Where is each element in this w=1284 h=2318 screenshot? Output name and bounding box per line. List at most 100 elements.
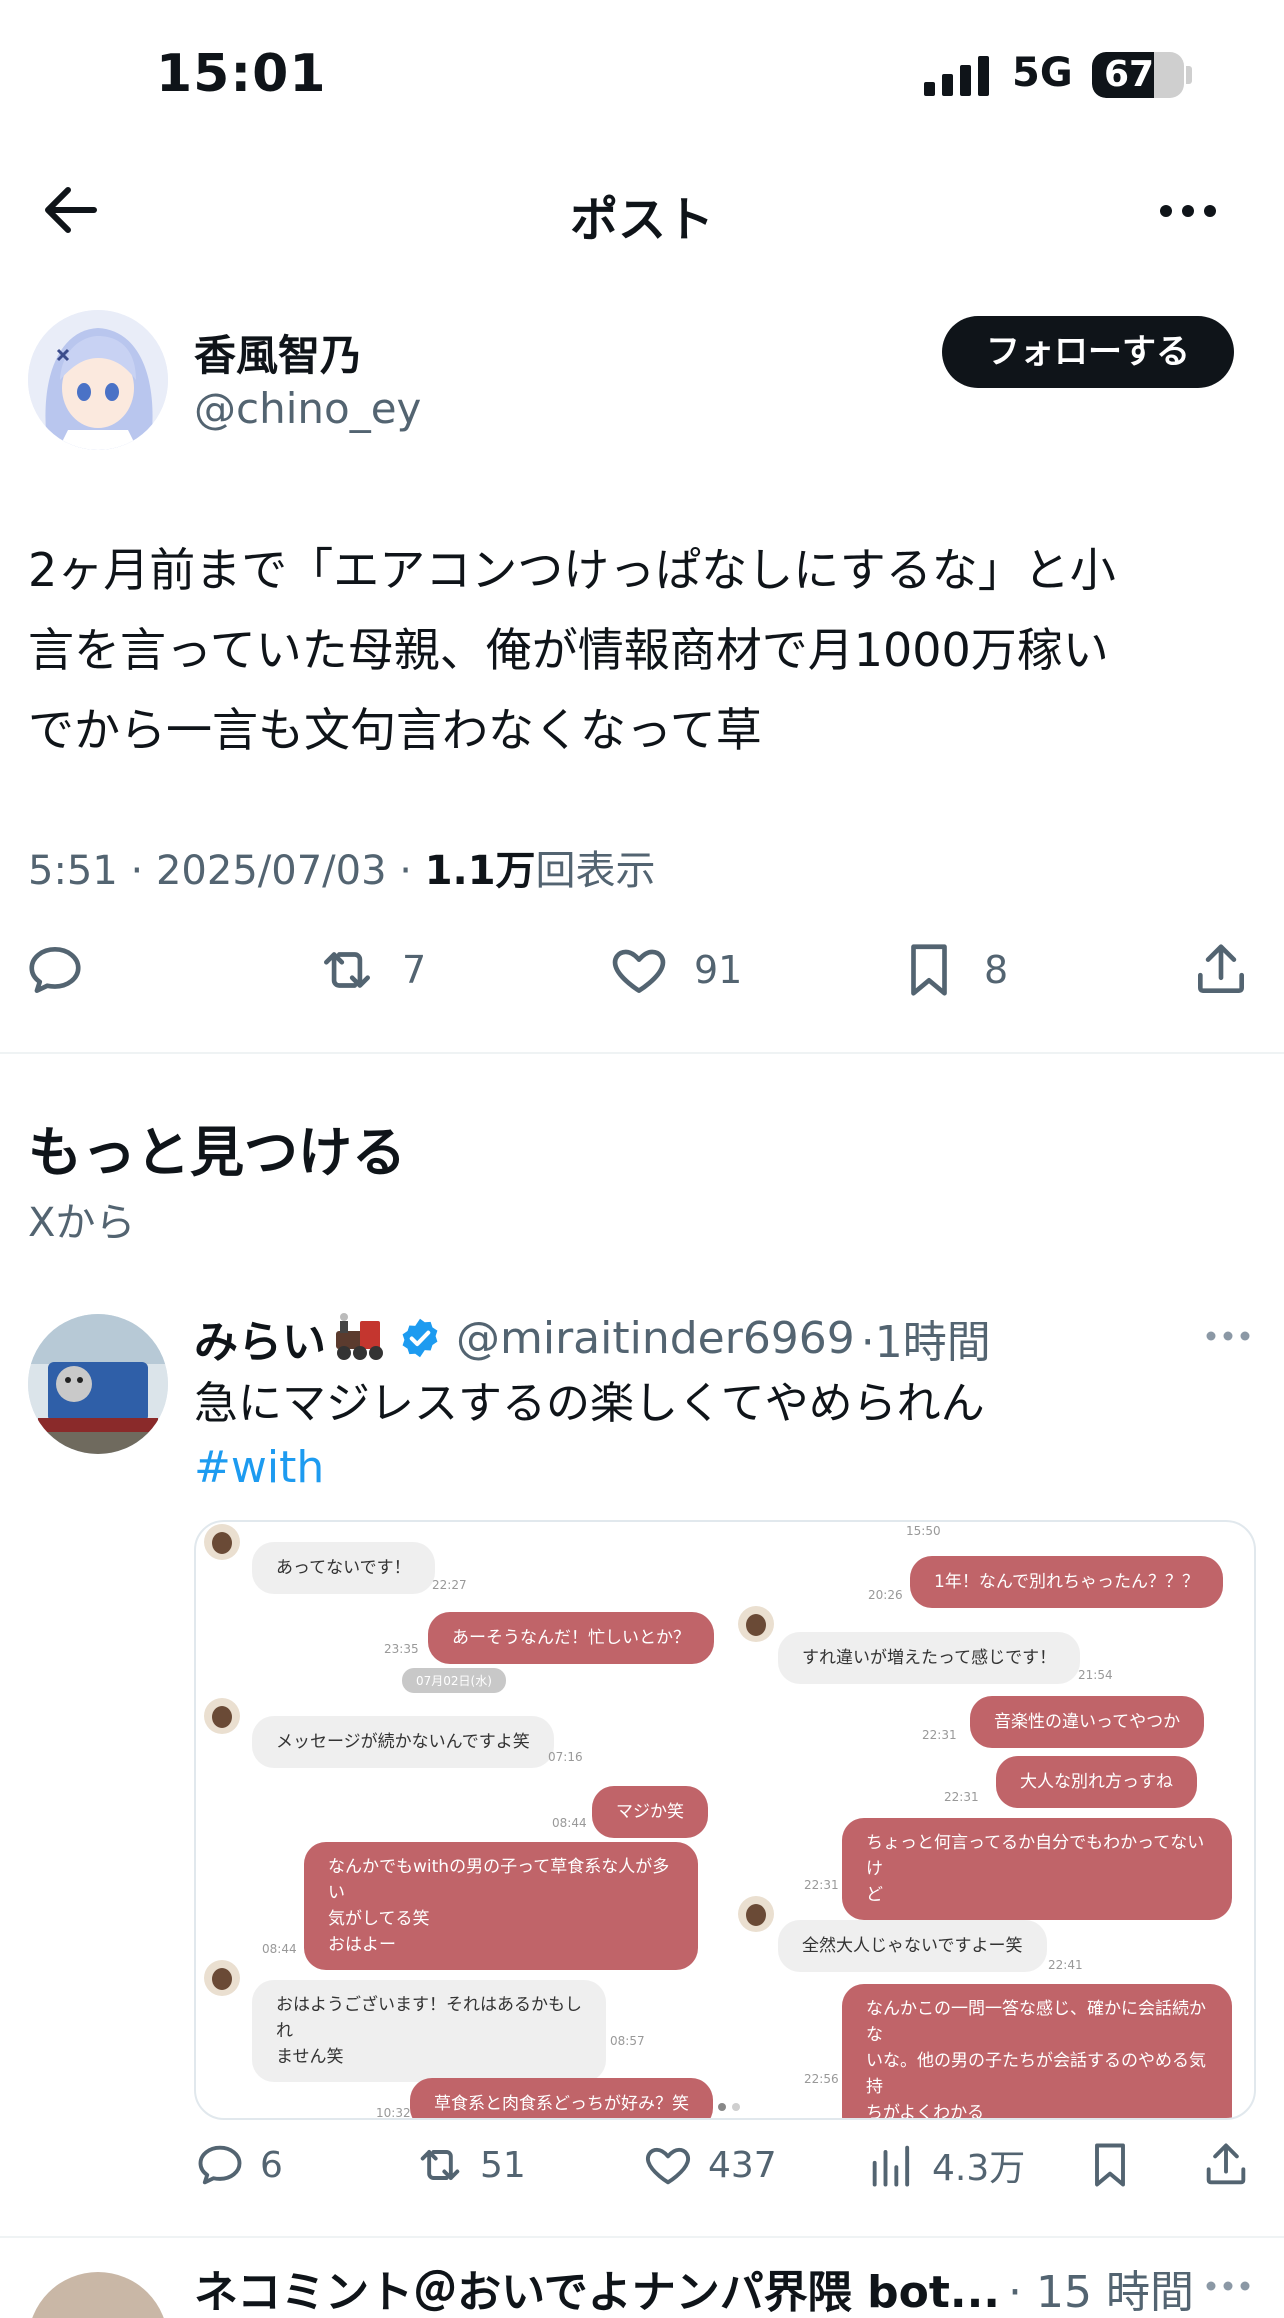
like-button[interactable]: 91 bbox=[608, 935, 742, 1005]
tweet-author-handle[interactable]: @miraitinder6969 bbox=[456, 1313, 855, 1364]
tweet-author-name[interactable]: ネコミント＠おいでよナンパ界隈 bot... bbox=[194, 2267, 1000, 2318]
reply-icon bbox=[29, 947, 81, 993]
more-options-icon[interactable] bbox=[1156, 196, 1220, 226]
chat-time: 10:32 bbox=[376, 2106, 411, 2120]
chat-bubble: あーそうなんだ！忙しいとか？ bbox=[428, 1612, 714, 1664]
share-button[interactable] bbox=[1190, 935, 1252, 1005]
chat-time: 08:57 bbox=[610, 2034, 645, 2048]
recommended-tweet[interactable]: みらい @miraitinder6969 ·1時間 急にマジレスするの楽しくてや… bbox=[0, 1300, 1284, 2220]
avatar[interactable] bbox=[28, 1314, 168, 1454]
chat-time: 22:31 bbox=[944, 1790, 979, 1804]
chat-bubble: 全然大人じゃないですよー笑 bbox=[778, 1920, 1047, 1972]
chat-screenshot-right: 15:50 20:26 1年！なんで別れちゃったん？？？ すれ違いが増えたって感… bbox=[736, 1522, 1254, 2118]
chat-time: 22:56 bbox=[804, 2072, 839, 2086]
chat-bubble: メッセージが続かないんですよ笑 bbox=[252, 1716, 554, 1768]
share-button[interactable] bbox=[1200, 2130, 1252, 2200]
retweet-button[interactable]: 51 bbox=[414, 2130, 526, 2200]
chat-line: なんかこの一問一答な感じ、確かに会話続かな bbox=[866, 1999, 1206, 2045]
chat-time: 08:44 bbox=[552, 1816, 587, 1830]
chat-bubble: 草食系と肉食系どっちが好み？笑 bbox=[410, 2078, 713, 2118]
reply-count: 6 bbox=[260, 2144, 283, 2186]
chat-avatar bbox=[738, 1606, 774, 1642]
post-meta: 5:51 · 2025/07/03 · 1.1万回表示 bbox=[28, 848, 656, 894]
chat-time: 07:16 bbox=[548, 1750, 583, 1764]
post-text-line: 言を言っていた母親、俺が情報商材で月1000万稼い bbox=[28, 623, 1109, 677]
post-text: 2ヶ月前まで「エアコンつけっぱなしにするな」と小 言を言っていた母親、俺が情報商… bbox=[28, 530, 1248, 770]
more-options-icon[interactable] bbox=[1204, 1326, 1252, 1346]
chat-date: 07月02日(水) bbox=[402, 1668, 506, 1693]
chat-avatar bbox=[204, 1524, 240, 1560]
signal-icon bbox=[924, 56, 989, 96]
chat-time: 23:35 bbox=[384, 1642, 419, 1656]
chat-time: 22:27 bbox=[432, 1578, 467, 1592]
verified-badge-icon bbox=[402, 1318, 438, 1358]
bookmark-button[interactable]: 8 bbox=[898, 935, 1008, 1005]
bookmark-button[interactable] bbox=[1084, 2130, 1136, 2200]
author-name[interactable]: 香風智乃 bbox=[194, 322, 362, 383]
chat-bubble-multiline: なんかこの一問一答な感じ、確かに会話続かな いな。他の男の子たちが会話するのやめ… bbox=[842, 1984, 1232, 2118]
view-count: 4.3万 bbox=[932, 2148, 1026, 2189]
battery-level: 67 bbox=[1103, 54, 1155, 95]
avatar[interactable] bbox=[28, 2272, 168, 2318]
retweet-button[interactable]: 7 bbox=[316, 935, 426, 1005]
tweet-author-name[interactable]: みらい bbox=[194, 1306, 326, 1370]
discover-heading: もっと見つける bbox=[28, 1121, 406, 1184]
view-label: 回表示 bbox=[535, 848, 656, 894]
chat-bubble: 大人な別れ方っすね bbox=[996, 1756, 1197, 1808]
chat-bubble-multiline: なんかでもwithの男の子って草食系な人が多い 気がしてる笑 おはよー bbox=[304, 1842, 698, 1970]
chat-bubble: すれ違いが増えたって感じです！ bbox=[778, 1632, 1081, 1684]
chat-line: 気がしてる笑 bbox=[328, 1909, 430, 1929]
chat-bubble: あってないです！ bbox=[252, 1542, 435, 1594]
like-button[interactable]: 437 bbox=[642, 2130, 777, 2200]
divider bbox=[0, 2236, 1284, 2238]
views-button[interactable]: 4.3万 bbox=[866, 2130, 1025, 2200]
post-actions: 7 91 8 bbox=[0, 935, 1284, 1005]
retweet-count: 7 bbox=[402, 948, 427, 992]
chat-time: 21:54 bbox=[1078, 1668, 1113, 1682]
share-icon bbox=[1198, 944, 1244, 993]
chat-line: ちょっと何言ってるか自分でもわかってないけ bbox=[866, 1833, 1205, 1879]
view-count: 1.1万 bbox=[424, 848, 536, 894]
chat-time: 22:41 bbox=[1048, 1958, 1083, 1972]
chat-bubble: 1年！なんで別れちゃったん？？？ bbox=[910, 1556, 1223, 1608]
top-nav: ポスト bbox=[0, 160, 1284, 260]
chat-line: ません笑 bbox=[276, 2047, 344, 2067]
heart-icon bbox=[612, 949, 666, 993]
chat-bubble-multiline: おはようございます！それはあるかもしれ ません笑 bbox=[252, 1980, 606, 2082]
tweet-header: ネコミント＠おいでよナンパ界隈 bot... · 15 時間 bbox=[194, 2256, 1194, 2318]
train-photo-icon bbox=[28, 1314, 168, 1454]
chat-time: 22:31 bbox=[804, 1878, 839, 1892]
chat-line: おはようございます！それはあるかもしれ bbox=[276, 1995, 582, 2041]
steam-locomotive-icon bbox=[336, 1313, 383, 1360]
chat-line: なんかでもwithの男の子って草食系な人が多い bbox=[328, 1857, 670, 1903]
tweet-time: ·1時間 bbox=[860, 1317, 991, 1368]
retweet-icon bbox=[324, 952, 370, 988]
avatar[interactable] bbox=[28, 310, 168, 450]
reply-button[interactable] bbox=[24, 935, 86, 1005]
tweet-text: 急にマジレスするの楽しくてやめられん bbox=[194, 1378, 985, 1429]
reply-icon bbox=[198, 2145, 242, 2185]
chat-bubble: マジか笑 bbox=[592, 1786, 708, 1838]
chat-time: 22:31 bbox=[922, 1728, 957, 1742]
bookmark-icon bbox=[911, 944, 947, 996]
tweet-media-image[interactable]: あってないです！ 22:27 23:35 あーそうなんだ！忙しいとか？ 07月0… bbox=[194, 1520, 1256, 2120]
like-count: 437 bbox=[708, 2144, 777, 2186]
discover-subtitle: Xから bbox=[28, 1200, 136, 1246]
more-options-icon[interactable] bbox=[1204, 2276, 1252, 2296]
tweet-header: みらい @miraitinder6969 ·1時間 bbox=[194, 1306, 991, 1370]
hashtag-link[interactable]: #with bbox=[194, 1436, 324, 1500]
chat-avatar bbox=[738, 1896, 774, 1932]
analytics-icon bbox=[872, 2145, 910, 2187]
author-handle[interactable]: @chino_ey bbox=[194, 384, 421, 433]
page-title: ポスト bbox=[569, 192, 714, 248]
post-text-line: 2ヶ月前まで「エアコンつけっぱなしにするな」と小 bbox=[28, 543, 1116, 597]
battery-nub bbox=[1186, 66, 1192, 84]
chat-avatar bbox=[204, 1698, 240, 1734]
reply-button[interactable]: 6 bbox=[194, 2130, 283, 2200]
post-date: 2025/07/03 bbox=[155, 848, 387, 894]
bookmark-count: 8 bbox=[984, 948, 1009, 992]
recommended-tweet[interactable]: ネコミント＠おいでよナンパ界隈 bot... · 15 時間 bbox=[0, 2252, 1284, 2318]
chat-avatar bbox=[204, 1960, 240, 1996]
follow-button[interactable]: フォローする bbox=[942, 316, 1234, 388]
avatar-illustration-icon bbox=[28, 310, 168, 450]
